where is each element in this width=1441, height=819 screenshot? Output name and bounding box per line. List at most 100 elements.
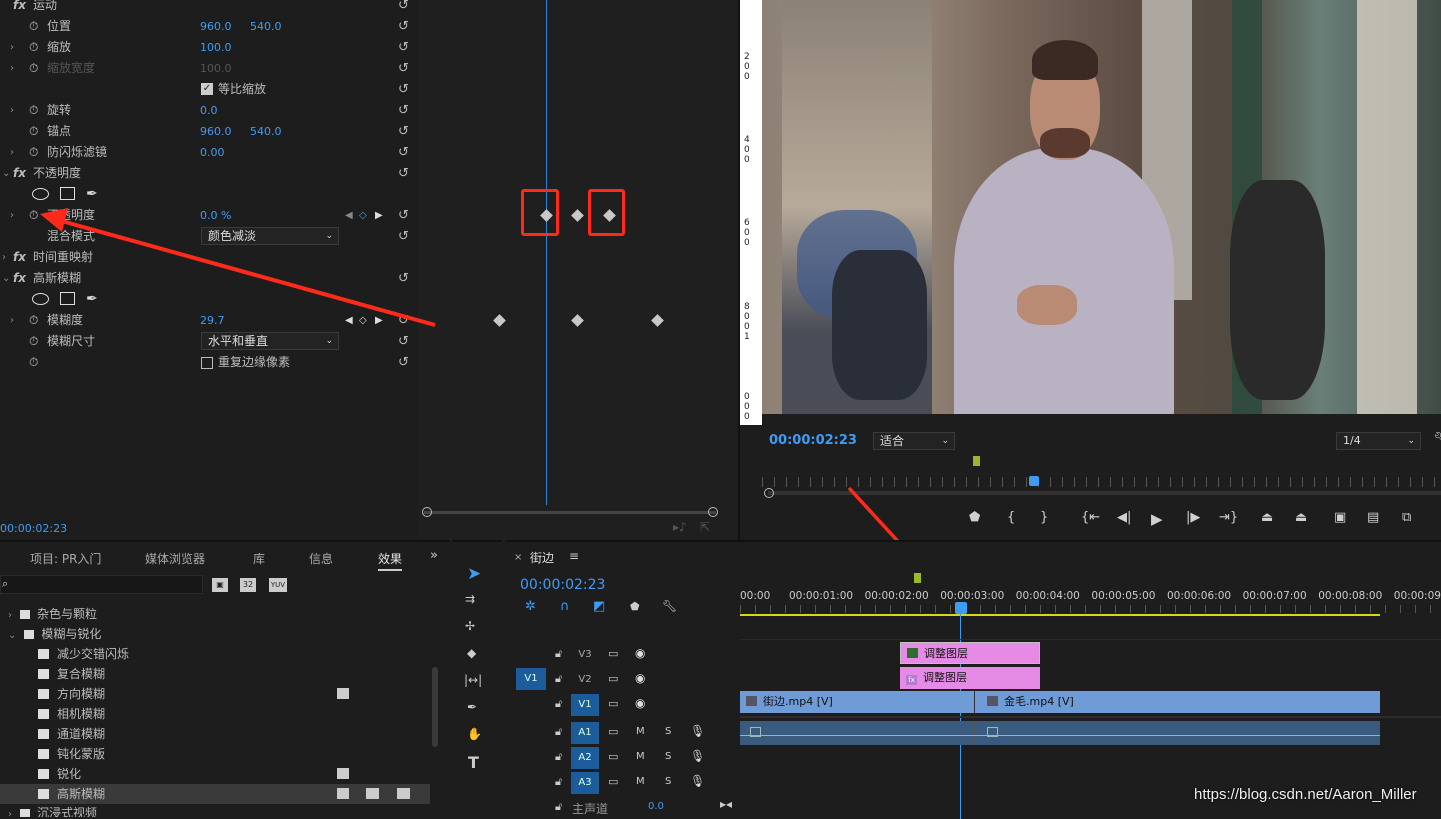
panel-tab[interactable]: 信息 bbox=[309, 550, 333, 567]
ec-scrollbar[interactable] bbox=[424, 511, 716, 514]
resolution-select[interactable]: 1/4 ⌄ bbox=[1336, 432, 1421, 450]
timeline-ruler[interactable]: 00:00 00:00:01:00 00:00:02:00 00:00:03:00 00… bbox=[740, 590, 1441, 620]
camera-icon[interactable]: ▣ bbox=[1334, 510, 1346, 525]
effects-search-input[interactable]: ⌕ bbox=[0, 575, 203, 594]
microphone-icon[interactable]: 🎙︎ bbox=[690, 724, 705, 738]
more-panels-icon[interactable]: » bbox=[430, 548, 438, 563]
adjustment-clip-v3[interactable]: 调整图层 bbox=[900, 642, 1040, 664]
ec-current-time[interactable]: 00:00:02:23 bbox=[0, 522, 67, 535]
lock-icon[interactable]: 🔓︎ bbox=[555, 775, 562, 789]
hand-icon[interactable]: ✋ bbox=[467, 727, 482, 741]
solo-button[interactable]: S bbox=[665, 726, 671, 737]
program-timecode[interactable]: 00:00:02:23 bbox=[769, 433, 857, 448]
track-select-icon[interactable]: ⇉ bbox=[465, 592, 475, 606]
adjustment-clip-v2[interactable]: fx 调整图层 bbox=[900, 667, 1040, 689]
track-header[interactable]: 🔓︎ A1 ▭ M S 🎙︎ bbox=[505, 721, 740, 745]
effect-item[interactable]: 相机模糊 bbox=[38, 704, 105, 724]
master-value[interactable]: 0.0 bbox=[648, 801, 664, 812]
source-patch-v1[interactable]: V1 bbox=[516, 668, 546, 690]
mark-out-icon[interactable]: } bbox=[1040, 510, 1048, 525]
track-target[interactable]: V1 bbox=[571, 694, 599, 716]
go-to-in-icon[interactable]: {⇤ bbox=[1081, 510, 1100, 525]
mute-button[interactable]: M bbox=[636, 726, 645, 737]
program-playhead[interactable] bbox=[1029, 476, 1039, 486]
eye-icon[interactable]: ◉ bbox=[635, 696, 645, 710]
scroll-handle-left[interactable] bbox=[422, 507, 432, 517]
track-target[interactable]: A1 bbox=[571, 722, 599, 744]
effects-scrollbar[interactable] bbox=[432, 667, 438, 747]
compare-icon[interactable]: ⧉ bbox=[1402, 510, 1411, 525]
work-area-bar[interactable] bbox=[740, 614, 1380, 616]
sync-lock-icon[interactable]: ▭ bbox=[608, 775, 618, 788]
sync-lock-icon[interactable]: ▭ bbox=[608, 750, 618, 763]
effect-item[interactable]: 方向模糊 bbox=[38, 684, 105, 704]
fit-select[interactable]: 适合 ⌄ bbox=[873, 432, 955, 450]
yuv-filter-icon[interactable]: YUV bbox=[269, 578, 287, 592]
track-header[interactable]: 🔓︎ A2 ▭ M S 🎙︎ bbox=[505, 746, 740, 770]
play-icon[interactable]: ▶ bbox=[1151, 510, 1163, 528]
panel-tab[interactable]: 库 bbox=[253, 550, 265, 567]
reset-icon[interactable]: ↺ bbox=[398, 352, 409, 373]
lock-icon[interactable]: 🔓︎ bbox=[555, 725, 562, 739]
track-header[interactable]: 🔓︎ V1 ▭ ◉ bbox=[505, 693, 740, 717]
lock-icon[interactable]: 🔓︎ bbox=[555, 750, 562, 764]
effect-item[interactable]: 通道模糊 bbox=[38, 724, 105, 744]
lock-icon[interactable]: 🔓︎ bbox=[555, 697, 562, 711]
nest-icon[interactable]: ✲ bbox=[525, 599, 536, 614]
export-icon[interactable]: ⇱ bbox=[700, 520, 710, 534]
add-marker-icon[interactable]: ⬟ bbox=[969, 510, 980, 525]
sync-lock-icon[interactable]: ▭ bbox=[608, 647, 618, 660]
snap-icon[interactable]: ∩ bbox=[560, 599, 570, 614]
effect-item[interactable]: 复合模糊 bbox=[38, 664, 105, 684]
solo-button[interactable]: S bbox=[665, 776, 671, 787]
sync-lock-icon[interactable]: ▭ bbox=[608, 725, 618, 738]
wrench-icon[interactable]: 🔧︎ bbox=[1433, 432, 1441, 447]
effect-item[interactable]: 钝化蒙版 bbox=[38, 744, 105, 764]
microphone-icon[interactable]: 🎙︎ bbox=[690, 749, 705, 763]
menu-icon[interactable]: ≡ bbox=[569, 549, 579, 563]
razor-icon[interactable]: ◆ bbox=[467, 646, 476, 660]
solo-button[interactable]: S bbox=[665, 751, 671, 762]
panel-tab[interactable]: 项目: PR入门 bbox=[30, 550, 101, 567]
video-clip-golden[interactable]: 金毛.mp4 [V] bbox=[975, 691, 1380, 713]
video-clip-street[interactable]: 街边.mp4 [V] bbox=[740, 691, 975, 713]
track-header[interactable]: 🔓︎ V3 ▭ ◉ bbox=[505, 643, 740, 667]
stopwatch-icon[interactable]: ⏱ bbox=[29, 352, 38, 373]
slip-icon[interactable]: |↔| bbox=[464, 673, 482, 687]
folder-noise[interactable]: › 杂色与颗粒 bbox=[8, 604, 97, 624]
sync-lock-icon[interactable]: ▭ bbox=[608, 672, 618, 685]
audio-clip-a1-b[interactable] bbox=[975, 721, 1380, 745]
lock-icon[interactable]: 🔓︎ bbox=[555, 647, 562, 661]
pen-tool-icon[interactable]: ✒ bbox=[467, 700, 477, 714]
lock-icon[interactable]: 🔓︎ bbox=[555, 800, 562, 814]
button-editor-icon[interactable]: ▤ bbox=[1367, 510, 1379, 525]
linked-selection-icon[interactable]: ◩ bbox=[593, 599, 605, 614]
extract-icon[interactable]: ⏏ bbox=[1295, 510, 1307, 525]
track-target[interactable]: A2 bbox=[571, 747, 599, 769]
zoom-handle[interactable] bbox=[764, 488, 774, 498]
track-target[interactable]: A3 bbox=[571, 772, 599, 794]
marker-icon[interactable]: ⬟ bbox=[630, 600, 640, 613]
close-icon[interactable]: × bbox=[514, 552, 522, 563]
mute-button[interactable]: M bbox=[636, 751, 645, 762]
scroll-handle-right[interactable] bbox=[708, 507, 718, 517]
repeat-edge-checkbox[interactable] bbox=[201, 357, 213, 369]
lift-icon[interactable]: ⏏ bbox=[1261, 510, 1273, 525]
timeline-timecode[interactable]: 00:00:02:23 bbox=[520, 577, 605, 593]
eye-icon[interactable]: ◉ bbox=[635, 671, 645, 685]
lock-icon[interactable]: 🔓︎ bbox=[555, 672, 562, 686]
audio-only-icon[interactable]: ▸♪ bbox=[673, 520, 687, 534]
timeline-playhead-handle[interactable] bbox=[955, 602, 967, 614]
go-to-end-icon[interactable]: ▸◂ bbox=[720, 797, 732, 811]
type-tool-icon[interactable]: T bbox=[468, 753, 479, 772]
sync-lock-icon[interactable]: ▭ bbox=[608, 697, 618, 710]
selection-tool-icon[interactable]: ➤ bbox=[467, 564, 481, 584]
ripple-edit-icon[interactable]: ✢ bbox=[465, 619, 475, 633]
mark-in-icon[interactable]: { bbox=[1007, 510, 1015, 525]
effect-item[interactable]: 减少交错闪烁 bbox=[38, 644, 129, 664]
track-header[interactable]: 🔓︎ A3 ▭ M S 🎙︎ bbox=[505, 771, 740, 795]
audio-clip-a1[interactable] bbox=[740, 721, 975, 745]
track-target[interactable]: V2 bbox=[571, 669, 599, 691]
32bit-filter-icon[interactable]: 32 bbox=[240, 578, 256, 592]
track-target[interactable]: V3 bbox=[571, 644, 599, 666]
